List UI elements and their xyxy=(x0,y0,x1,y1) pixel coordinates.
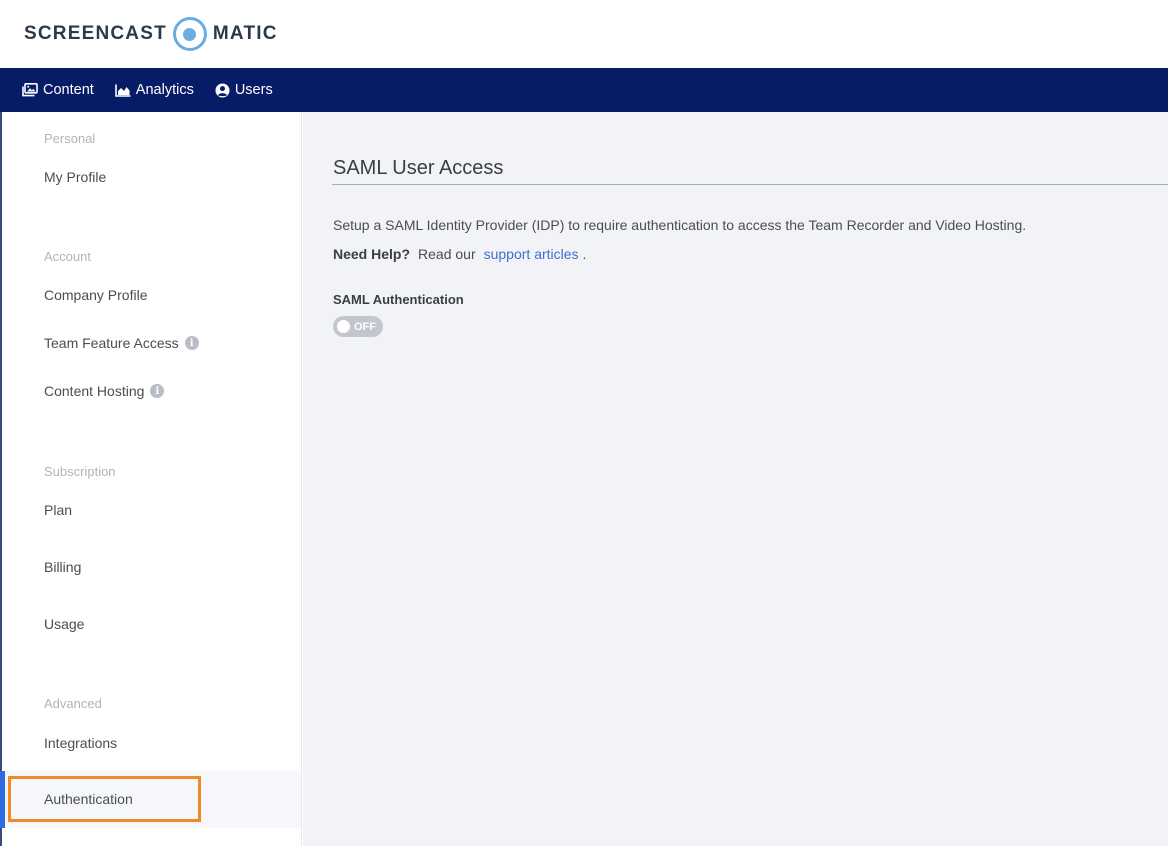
support-articles-link[interactable]: support articles xyxy=(484,246,579,262)
logo-text-left: SCREENCAST xyxy=(24,23,167,44)
help-label: Need Help? xyxy=(333,246,411,262)
nav-item-content[interactable]: Content xyxy=(22,82,94,98)
sidebar-item-label: Integrations xyxy=(44,735,118,751)
sidebar-item-label: Content Hosting xyxy=(44,383,145,399)
sidebar-item-plan[interactable]: Plan xyxy=(44,502,72,518)
user-circle-icon xyxy=(215,83,230,98)
sidebar-item-company-profile[interactable]: Company Profile xyxy=(44,287,148,303)
toggle-state-text: OFF xyxy=(354,320,376,333)
logo-text-right: MATIC xyxy=(212,23,278,44)
sidebar-item-label: Usage xyxy=(44,616,85,632)
info-icon[interactable]: i xyxy=(184,336,199,350)
info-icon[interactable]: i xyxy=(150,384,165,398)
area-chart-icon xyxy=(114,84,131,97)
sidebar-item-label: Team Feature Access xyxy=(44,335,179,351)
sidebar-item-label: Company Profile xyxy=(44,287,148,303)
help-prefix: Read our xyxy=(418,246,476,262)
nav-label-users: Users xyxy=(234,82,273,98)
help-suffix: . xyxy=(582,246,587,262)
main-content: SAML User Access Setup a SAML Identity P… xyxy=(303,112,1168,846)
sidebar-item-team-feature-access[interactable]: Team Feature Access i xyxy=(44,335,199,351)
top-nav: Content Analytics Users xyxy=(0,68,1168,112)
sidebar-item-authentication[interactable]: Authentication xyxy=(8,776,201,822)
section-title-subscription: Subscription xyxy=(44,464,116,479)
sidebar-item-my-profile[interactable]: My Profile xyxy=(44,169,106,185)
saml-authentication-label: SAML Authentication xyxy=(333,292,464,307)
section-title-advanced: Advanced xyxy=(44,696,102,711)
title-divider xyxy=(332,184,1168,185)
nav-item-analytics[interactable]: Analytics xyxy=(114,82,194,98)
saml-authentication-toggle[interactable]: OFF xyxy=(333,316,383,337)
section-title-personal: Personal xyxy=(44,131,96,146)
sidebar-item-label: Billing xyxy=(44,559,82,575)
sidebar-item-label: Plan xyxy=(44,502,73,518)
nav-item-users[interactable]: Users xyxy=(215,82,273,98)
image-gallery-icon xyxy=(22,83,38,97)
sidebar-item-integrations[interactable]: Integrations xyxy=(44,735,117,751)
nav-label-content: Content xyxy=(43,82,94,98)
settings-sidebar: Personal My Profile Account Company Prof… xyxy=(0,112,302,846)
section-title-account: Account xyxy=(44,249,91,264)
sidebar-item-billing[interactable]: Billing xyxy=(44,559,81,575)
sidebar-item-content-hosting[interactable]: Content Hosting i xyxy=(44,383,165,399)
logo-mark-icon xyxy=(172,17,207,51)
sidebar-item-usage[interactable]: Usage xyxy=(44,616,84,632)
screencast-o-matic-logo[interactable]: SCREENCAST MATIC xyxy=(24,16,278,52)
toggle-knob xyxy=(337,320,350,333)
sidebar-item-label: My Profile xyxy=(44,169,107,185)
nav-label-analytics: Analytics xyxy=(135,82,194,98)
sidebar-item-label: Authentication xyxy=(44,791,133,807)
help-line: Need Help? Read our support articles . xyxy=(333,246,586,262)
page-title: SAML User Access xyxy=(333,157,504,179)
logo-bar: SCREENCAST MATIC xyxy=(0,0,1168,68)
active-indicator xyxy=(0,771,5,828)
description-text: Setup a SAML Identity Provider (IDP) to … xyxy=(333,217,1027,233)
